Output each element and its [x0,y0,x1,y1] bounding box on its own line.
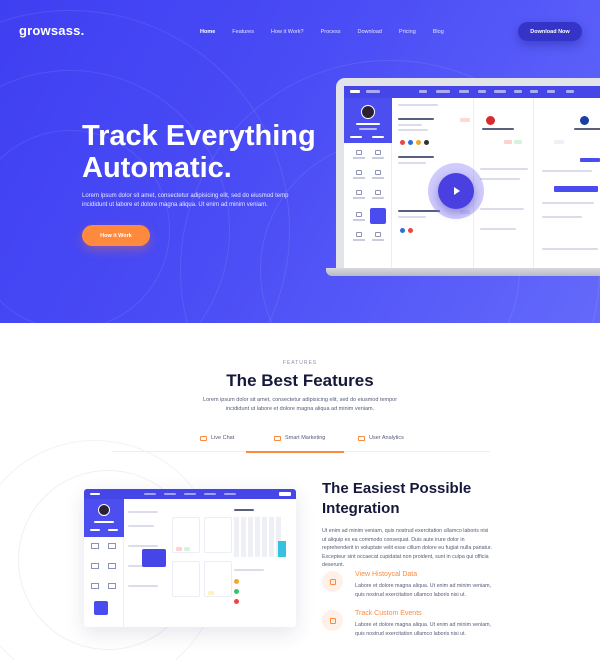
folder-icon[interactable] [352,190,366,200]
feature-item-title[interactable]: View Histoycal Data [355,571,417,578]
hero-description: Lorem ipsum dolor sit amet, consectetur … [82,193,289,208]
hero-title-line1: Track Everything [82,120,316,152]
app-sidebar [344,98,392,268]
nav-link-process[interactable]: Process [321,29,341,35]
calendar-icon[interactable] [352,170,366,180]
hero-title: Track Everything Automatic. [82,120,322,184]
download-now-button[interactable]: Download Now [518,22,582,41]
laptop-base [326,268,600,276]
tab-label: Smart Marketing [285,435,326,441]
top-navbar: growsass. Home Features How it Work? Pro… [0,0,600,64]
dashboard-icon[interactable] [352,150,366,160]
nav-link-home[interactable]: Home [200,29,215,35]
nav-links: Home Features How it Work? Process Downl… [200,29,461,35]
features-title: The Best Features [226,371,374,390]
mail-icon [274,435,281,441]
nav-link-pricing[interactable]: Pricing [399,29,416,35]
avatar [98,504,110,516]
tab-label: User Analytics [369,435,404,441]
brand-logo[interactable]: growsass. [19,23,84,38]
dashboard-profile-card [84,499,124,537]
nav-link-download[interactable]: Download [357,29,381,35]
nav-link-how-it-work[interactable]: How it Work? [271,29,304,35]
dashboard-board [172,505,232,615]
dashboard-topbar [84,489,296,499]
chat-icon [200,435,207,441]
nav-link-features[interactable]: Features [232,29,254,35]
people-icon[interactable] [352,232,366,242]
feature-item-text: Labore et dolore magna aliqua. Ut enim a… [355,622,492,637]
chat-icon[interactable] [371,170,385,180]
app-profile-card [344,98,392,143]
nav-link-blog[interactable]: Blog [433,29,444,35]
feature-item-title[interactable]: Track Custom Events [355,610,422,617]
hero-title-line2: Automatic. [82,152,232,184]
feature-item-text: Labore et dolore magna aliqua. Ut enim a… [355,583,492,598]
tab-label: Live Chat [211,435,235,441]
features-kicker: FEATURES [282,360,318,366]
integration-description: Ut enim ad minim veniam, quis nostrud ex… [322,528,492,568]
gear-icon[interactable] [371,232,385,242]
how-it-work-button[interactable]: How it Work [82,225,150,246]
tab-smart-marketing[interactable]: Smart Marketing [274,435,325,441]
dashboard-sidebar [84,499,124,627]
play-icon [454,187,460,195]
avatar [361,105,375,119]
history-icon [322,571,343,592]
app-chat-panel [534,98,600,268]
dashboard-calendar [234,505,290,615]
hero-section: growsass. Home Features How it Work? Pro… [0,0,600,323]
settings-icon[interactable] [371,190,385,200]
active-tab-indicator [246,451,344,453]
feature-tabs: Live Chat Smart Marketing User Analytics [112,431,490,452]
dashboard-illustration [84,489,296,627]
events-icon [322,610,343,631]
app-topbar [344,86,600,98]
tab-live-chat[interactable]: Live Chat [200,435,234,441]
paint-icon[interactable] [371,150,385,160]
integration-title: The Easiest Possible Integration [322,480,472,517]
chart-icon [358,435,365,441]
dashboard-highlight-card [142,549,166,567]
users-icon[interactable] [352,212,366,222]
play-video-button[interactable] [438,173,474,209]
features-description: Lorem ipsum dolor sit amet, consectetur … [202,397,398,412]
sidebar-active-tile[interactable] [370,208,386,224]
tab-user-analytics[interactable]: User Analytics [358,435,404,441]
